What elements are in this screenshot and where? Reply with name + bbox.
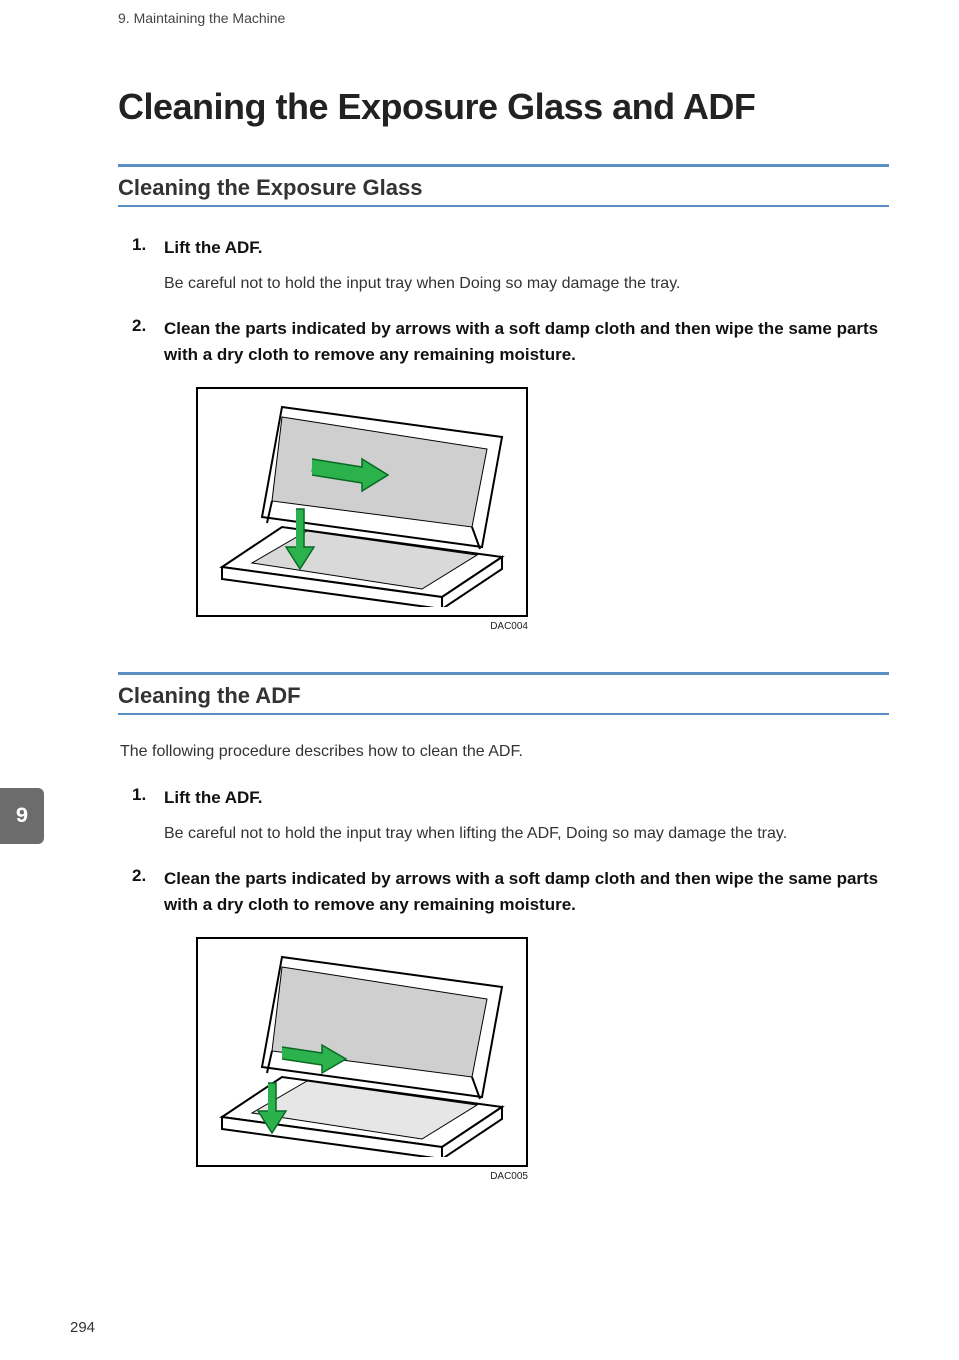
- section-exposure-glass: Cleaning the Exposure Glass Lift the ADF…: [118, 164, 889, 632]
- step-body: Be careful not to hold the input tray wh…: [164, 821, 889, 847]
- section-heading: Cleaning the ADF: [118, 683, 889, 709]
- running-head: 9. Maintaining the Machine: [118, 10, 889, 26]
- chapter-tab: 9: [0, 788, 44, 844]
- figure-caption: DAC005: [196, 1171, 528, 1182]
- step-list: Lift the ADF. Be careful not to hold the…: [132, 235, 889, 632]
- section-adf: Cleaning the ADF The following procedure…: [118, 672, 889, 1182]
- figure-exposure-glass: [196, 387, 528, 617]
- scanner-illustration-icon: [212, 397, 512, 607]
- manual-page: 9. Maintaining the Machine Cleaning the …: [0, 0, 959, 1360]
- chapter-tab-number: 9: [15, 804, 28, 829]
- step-head: Clean the parts indicated by arrows with…: [164, 316, 889, 367]
- section-rule: [118, 205, 889, 207]
- section-heading: Cleaning the Exposure Glass: [118, 175, 889, 201]
- figure-block: DAC004: [196, 387, 528, 632]
- figure-caption: DAC004: [196, 621, 528, 632]
- step-head: Lift the ADF.: [164, 785, 889, 811]
- figure-adf: [196, 937, 528, 1167]
- figure-block: DAC005: [196, 937, 528, 1182]
- step-list: Lift the ADF. Be careful not to hold the…: [132, 785, 889, 1182]
- section-rule: [118, 672, 889, 675]
- section-rule: [118, 713, 889, 715]
- step-head: Lift the ADF.: [164, 235, 889, 261]
- section-intro: The following procedure describes how to…: [120, 743, 889, 761]
- step-item: Clean the parts indicated by arrows with…: [132, 316, 889, 632]
- scanner-illustration-icon: [212, 947, 512, 1157]
- step-body: Be careful not to hold the input tray wh…: [164, 271, 889, 297]
- step-item: Lift the ADF. Be careful not to hold the…: [132, 235, 889, 296]
- page-number: 294: [70, 1319, 95, 1336]
- step-item: Clean the parts indicated by arrows with…: [132, 866, 889, 1182]
- step-item: Lift the ADF. Be careful not to hold the…: [132, 785, 889, 846]
- page-title: Cleaning the Exposure Glass and ADF: [118, 86, 889, 128]
- section-rule: [118, 164, 889, 167]
- step-head: Clean the parts indicated by arrows with…: [164, 866, 889, 917]
